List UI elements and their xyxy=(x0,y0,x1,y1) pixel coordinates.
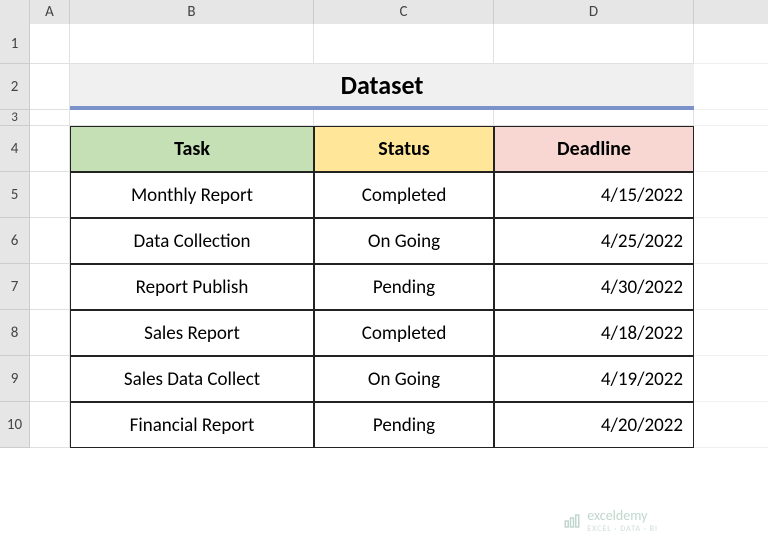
row-header-1[interactable]: 1 xyxy=(0,24,30,64)
column-header-row: A B C D xyxy=(0,0,768,24)
cell-b3[interactable] xyxy=(70,110,314,126)
cell-d1[interactable] xyxy=(494,24,694,64)
blank xyxy=(694,310,768,356)
cell-status[interactable]: On Going xyxy=(314,218,494,264)
row-header-2[interactable]: 2 xyxy=(0,64,30,110)
header-deadline[interactable]: Deadline xyxy=(494,126,694,172)
cell-deadline[interactable]: 4/19/2022 xyxy=(494,356,694,402)
cell-a9[interactable] xyxy=(30,356,70,402)
cell-deadline[interactable]: 4/18/2022 xyxy=(494,310,694,356)
watermark: exceldemy EXCEL · DATA · BI xyxy=(563,507,658,534)
watermark-brand: exceldemy xyxy=(587,507,647,524)
row-1: 1 xyxy=(0,24,768,64)
blank xyxy=(694,24,768,64)
col-header-c[interactable]: C xyxy=(314,0,494,24)
row-header-8[interactable]: 8 xyxy=(0,310,30,356)
col-header-rest xyxy=(694,0,768,24)
cell-deadline[interactable]: 4/20/2022 xyxy=(494,402,694,448)
row-8: 8 Sales Report Completed 4/18/2022 xyxy=(0,310,768,356)
row-3: 3 xyxy=(0,110,768,126)
row-9: 9 Sales Data Collect On Going 4/19/2022 xyxy=(0,356,768,402)
cell-c3[interactable] xyxy=(314,110,494,126)
row-5: 5 Monthly Report Completed 4/15/2022 xyxy=(0,172,768,218)
cell-a8[interactable] xyxy=(30,310,70,356)
row-header-6[interactable]: 6 xyxy=(0,218,30,264)
select-all-corner[interactable] xyxy=(0,0,30,24)
chart-icon xyxy=(563,512,581,530)
blank xyxy=(694,264,768,310)
cell-a7[interactable] xyxy=(30,264,70,310)
row-10: 10 Financial Report Pending 4/20/2022 xyxy=(0,402,768,448)
blank xyxy=(694,64,768,110)
header-task[interactable]: Task xyxy=(70,126,314,172)
cell-task[interactable]: Report Publish xyxy=(70,264,314,310)
blank xyxy=(694,126,768,172)
row-7: 7 Report Publish Pending 4/30/2022 xyxy=(0,264,768,310)
col-header-a[interactable]: A xyxy=(30,0,70,24)
watermark-tag: EXCEL · DATA · BI xyxy=(587,524,658,534)
blank xyxy=(694,172,768,218)
cell-task[interactable]: Data Collection xyxy=(70,218,314,264)
cell-task[interactable]: Sales Report xyxy=(70,310,314,356)
row-header-10[interactable]: 10 xyxy=(0,402,30,448)
row-6: 6 Data Collection On Going 4/25/2022 xyxy=(0,218,768,264)
blank xyxy=(694,110,768,126)
cell-task[interactable]: Monthly Report xyxy=(70,172,314,218)
cell-status[interactable]: On Going xyxy=(314,356,494,402)
cell-deadline[interactable]: 4/25/2022 xyxy=(494,218,694,264)
row-2: 2 Dataset xyxy=(0,64,768,110)
cell-deadline[interactable]: 4/15/2022 xyxy=(494,172,694,218)
row-4: 4 Task Status Deadline xyxy=(0,126,768,172)
dataset-title[interactable]: Dataset xyxy=(70,64,694,110)
blank xyxy=(694,402,768,448)
cell-a6[interactable] xyxy=(30,218,70,264)
cell-a4[interactable] xyxy=(30,126,70,172)
header-status[interactable]: Status xyxy=(314,126,494,172)
cell-status[interactable]: Completed xyxy=(314,172,494,218)
row-header-4[interactable]: 4 xyxy=(0,126,30,172)
blank xyxy=(694,218,768,264)
blank xyxy=(694,356,768,402)
cell-c1[interactable] xyxy=(314,24,494,64)
row-header-7[interactable]: 7 xyxy=(0,264,30,310)
cell-task[interactable]: Sales Data Collect xyxy=(70,356,314,402)
cell-a5[interactable] xyxy=(30,172,70,218)
cell-status[interactable]: Pending xyxy=(314,264,494,310)
cell-a1[interactable] xyxy=(30,24,70,64)
row-header-3[interactable]: 3 xyxy=(0,110,30,126)
cell-b1[interactable] xyxy=(70,24,314,64)
col-header-d[interactable]: D xyxy=(494,0,694,24)
cell-a10[interactable] xyxy=(30,402,70,448)
cell-d3[interactable] xyxy=(494,110,694,126)
cell-task[interactable]: Financial Report xyxy=(70,402,314,448)
row-header-9[interactable]: 9 xyxy=(0,356,30,402)
cell-status[interactable]: Completed xyxy=(314,310,494,356)
row-header-5[interactable]: 5 xyxy=(0,172,30,218)
cell-deadline[interactable]: 4/30/2022 xyxy=(494,264,694,310)
cell-a2[interactable] xyxy=(30,64,70,110)
cell-a3[interactable] xyxy=(30,110,70,126)
cell-status[interactable]: Pending xyxy=(314,402,494,448)
spreadsheet: A B C D 1 2 Dataset 3 4 Task Status Dead… xyxy=(0,0,768,548)
col-header-b[interactable]: B xyxy=(70,0,314,24)
